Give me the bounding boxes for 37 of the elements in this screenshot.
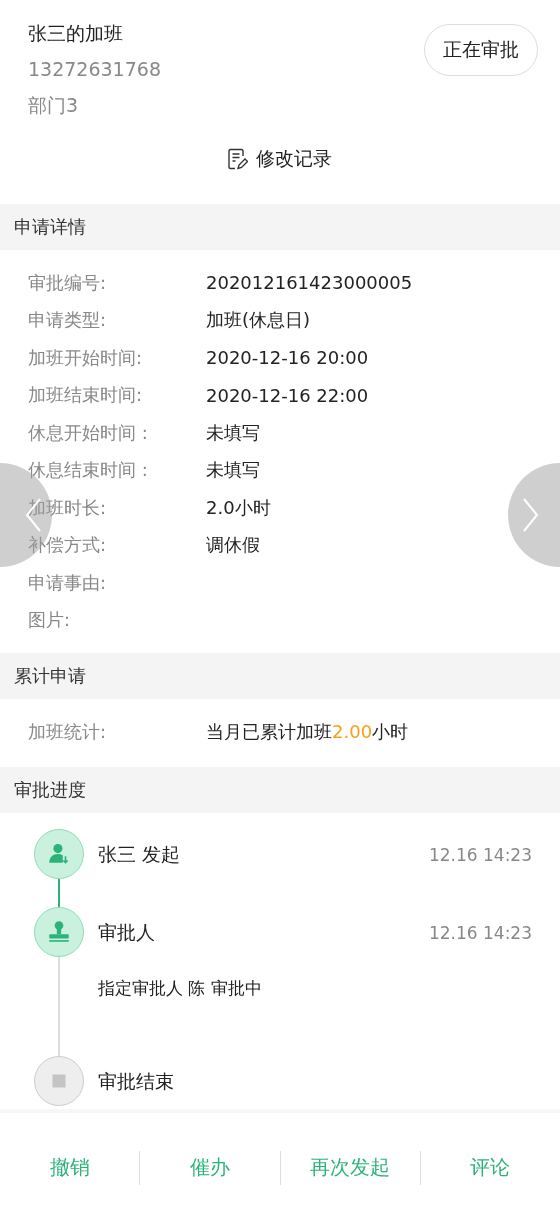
field-label: 加班开始时间: [28, 345, 144, 370]
field-label: 图片: [28, 608, 72, 633]
section-header: 累计申请 [0, 653, 560, 699]
action-button[interactable]: 催办 [140, 1144, 280, 1191]
step-name: 审批人 [98, 919, 155, 945]
field-label: 审批编号: [28, 270, 108, 295]
action-button[interactable]: 撤销 [0, 1144, 140, 1191]
field-label: 加班统计: [28, 719, 108, 744]
field-value: 当月已累计加班2.00小时 [206, 719, 409, 744]
field-value: 调休假 [206, 533, 260, 558]
phone-number: 13272631768 [28, 57, 161, 82]
document-edit-icon [228, 148, 248, 170]
field-label: 补偿方式: [28, 533, 108, 558]
field-value: 2.0小时 [206, 495, 271, 520]
field-label: 休息开始时间 : [28, 420, 149, 445]
action-button[interactable]: 评论 [420, 1144, 560, 1191]
field-value: 未填写 [206, 458, 260, 483]
step-name: 审批结束 [98, 1068, 174, 1094]
applicant-title: 张三的加班 [28, 21, 124, 46]
field-value: 加班(休息日) [206, 308, 311, 333]
step-name: 张三 发起 [98, 841, 181, 867]
step-note: 指定审批人 陈 审批中 [98, 976, 263, 1000]
field-label: 加班结束时间: [28, 383, 144, 408]
field-value: 2020-12-16 22:00 [206, 384, 369, 406]
field-value: 2020-12-16 20:00 [206, 347, 369, 369]
field-label: 休息结束时间 : [28, 458, 149, 483]
step-time: 12.16 14:23 [428, 922, 532, 943]
action-button[interactable]: 再次发起 [280, 1144, 420, 1191]
edit-history-link[interactable]: 修改记录 [228, 146, 332, 172]
section-header: 申请详情 [0, 204, 560, 250]
step-time: 12.16 14:23 [428, 844, 532, 865]
department: 部门3 [28, 93, 80, 118]
field-label: 申请事由: [28, 570, 108, 595]
section-header: 审批进度 [0, 766, 560, 813]
field-label: 申请类型: [28, 308, 108, 333]
field-value: 未填写 [206, 420, 260, 445]
field-value: 202012161423000005 [206, 272, 413, 294]
